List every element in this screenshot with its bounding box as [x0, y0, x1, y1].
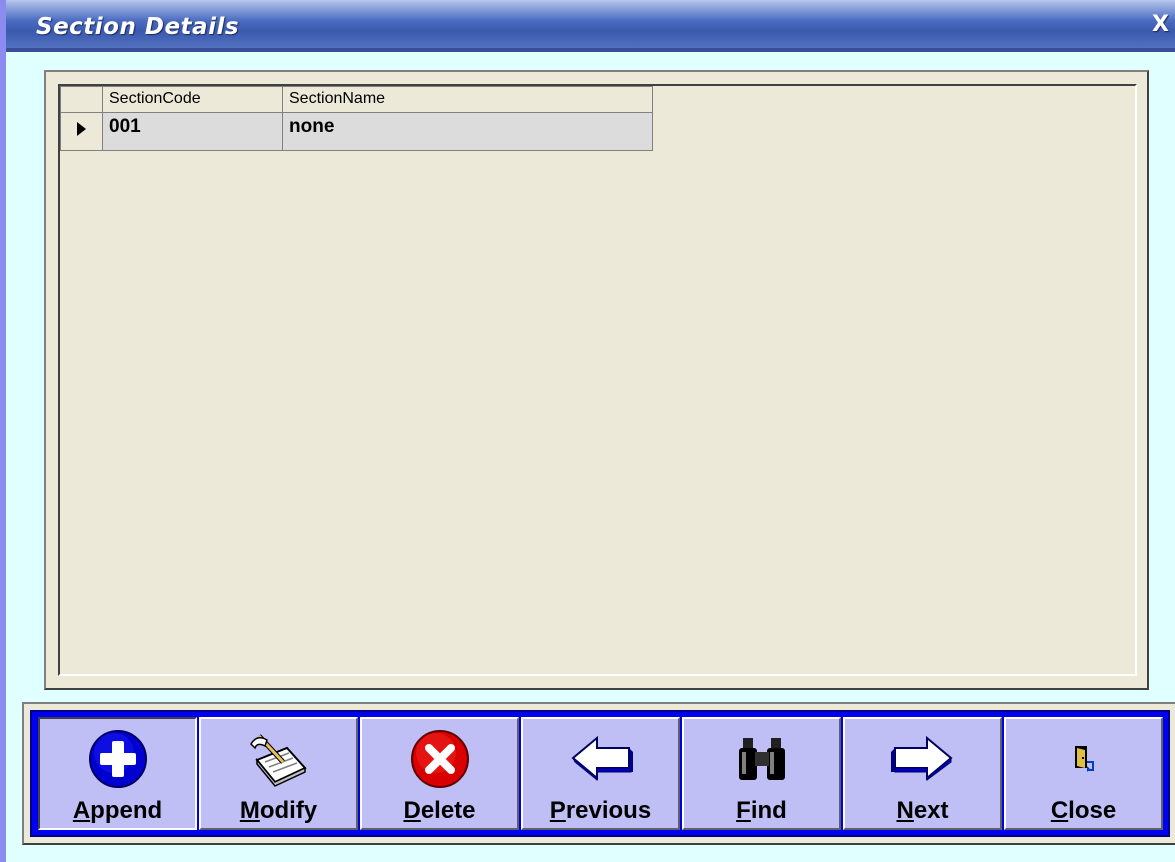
section-details-window: Section Details X SectionCode SectionNam… [0, 0, 1175, 862]
delete-label: Delete [403, 797, 476, 824]
cell-sectionname-text: none [289, 116, 335, 137]
grid-header-row: SectionCode SectionName [60, 86, 653, 113]
table-row[interactable]: 001 none [60, 112, 653, 151]
left-arrow-icon [569, 727, 633, 791]
grid-frame: SectionCode SectionName 001 none [44, 70, 1149, 690]
column-header-sectionname[interactable]: SectionName [282, 86, 653, 113]
next-button[interactable]: Next [843, 717, 1002, 830]
previous-label: Previous [549, 797, 652, 824]
section-table: SectionCode SectionName 001 none [60, 86, 653, 151]
row-selector[interactable] [60, 112, 103, 151]
current-row-arrow-icon [77, 122, 86, 136]
find-label: Find [736, 797, 787, 824]
toolbar: Append Modify Delete Previous Find Next … [30, 710, 1170, 837]
column-header-sectioncode[interactable]: SectionCode [102, 86, 283, 113]
notepad-pencil-icon [247, 727, 311, 791]
previous-button[interactable]: Previous [521, 717, 680, 830]
cell-sectioncode[interactable]: 001 [102, 112, 283, 151]
toolbar-frame: Append Modify Delete Previous Find Next … [22, 702, 1175, 845]
plus-circle-icon [86, 727, 150, 791]
append-label: Append [72, 797, 163, 824]
close-label: Close [1050, 797, 1117, 824]
cell-sectioncode-text: 001 [109, 116, 141, 137]
append-button[interactable]: Append [38, 717, 197, 830]
cell-sectionname[interactable]: none [282, 112, 653, 151]
x-circle-icon [408, 727, 472, 791]
delete-button[interactable]: Delete [360, 717, 519, 830]
close-button[interactable]: Close [1004, 717, 1163, 830]
modify-button[interactable]: Modify [199, 717, 358, 830]
title-bar: Section Details X [6, 0, 1175, 52]
binoculars-icon [730, 727, 794, 791]
next-label: Next [896, 797, 949, 824]
data-grid[interactable]: SectionCode SectionName 001 none [58, 84, 1137, 676]
modify-label: Modify [239, 797, 318, 824]
find-button[interactable]: Find [682, 717, 841, 830]
right-arrow-icon [890, 727, 955, 791]
grid-corner-cell[interactable] [60, 86, 103, 113]
window-close-button[interactable]: X [1152, 12, 1169, 37]
window-title: Section Details [36, 14, 240, 40]
door-exit-icon [1052, 727, 1116, 791]
